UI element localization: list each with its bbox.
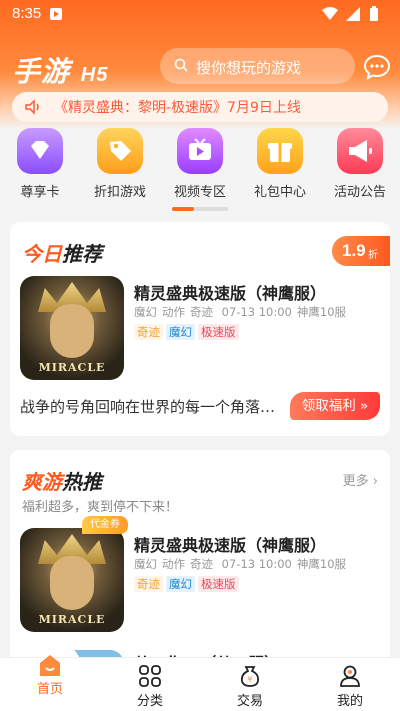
speaker-icon bbox=[25, 99, 39, 115]
trade-icon: ¥ bbox=[237, 664, 263, 688]
section-title: 今日推荐 bbox=[22, 242, 102, 266]
nav-label: 交易 bbox=[236, 694, 263, 709]
today-recommend-card: 今日推荐 1.9 折 MIRACLE 精灵盛典极速版（神鹰服） 魔幻 动作 奇迹 0… bbox=[10, 222, 390, 436]
game-name: 精灵盛典极速版（神鹰服） bbox=[134, 536, 327, 555]
category-icon bbox=[137, 664, 163, 688]
section-title: 爽游热推 bbox=[22, 470, 102, 494]
tv-icon bbox=[177, 128, 223, 174]
nav-home[interactable]: 首页 bbox=[0, 655, 100, 697]
notice-text: 《精灵盛典：黎明-极速版》7月9日上线 bbox=[54, 100, 301, 116]
notice-bar[interactable]: 《精灵盛典：黎明-极速版》7月9日上线 bbox=[12, 92, 388, 122]
category-discount-games[interactable]: 折扣游戏 bbox=[80, 128, 160, 200]
gift-icon bbox=[257, 128, 303, 174]
diamond-icon bbox=[17, 128, 63, 174]
game-thumbnail: MIRACLE bbox=[20, 276, 124, 380]
discount-unit: 折 bbox=[368, 250, 378, 261]
logo-text: 手游 bbox=[12, 55, 71, 88]
category-video-zone[interactable]: 视频专区 bbox=[160, 128, 240, 200]
nav-trade[interactable]: ¥ 交易 bbox=[200, 664, 300, 709]
status-bar: 8:35 bbox=[0, 0, 400, 28]
bottom-nav: 首页 分类 ¥ 交易 我的 bbox=[0, 655, 400, 711]
game-item[interactable]: MIRACLE 精灵盛典极速版（神鹰服） 魔幻 动作 奇迹 07-13 10:00 神… bbox=[20, 276, 380, 386]
category-label: 活动公告 bbox=[333, 185, 386, 200]
search-icon bbox=[174, 58, 188, 72]
status-icons bbox=[322, 6, 378, 21]
tag-icon bbox=[97, 128, 143, 174]
game-meta: 魔幻 动作 奇迹 07-13 10:00 神鹰10服 bbox=[134, 305, 347, 319]
search-input[interactable]: 搜你想玩的游戏 bbox=[160, 48, 355, 84]
game-name: 精灵盛典极速版（神鹰服） bbox=[134, 284, 327, 303]
game-tags: 奇迹 魔幻 极速版 bbox=[134, 321, 242, 340]
svg-text:¥: ¥ bbox=[247, 675, 252, 684]
discount-badge: 1.9 折 bbox=[332, 236, 390, 266]
logo-suffix: H5 bbox=[80, 64, 109, 86]
voucher-badge: 代金券 bbox=[82, 516, 128, 534]
category-label: 折扣游戏 bbox=[93, 185, 146, 200]
play-notification-icon bbox=[50, 8, 62, 20]
game-description: 战争的号角回响在世界的每一个角落… bbox=[20, 398, 276, 416]
search-placeholder: 搜你想玩的游戏 bbox=[196, 59, 302, 77]
game-meta: 魔幻 动作 奇迹 07-13 10:00 神鹰10服 bbox=[134, 557, 347, 571]
home-icon bbox=[37, 650, 63, 676]
category-gift-center[interactable]: 礼包中心 bbox=[240, 128, 320, 200]
nav-profile[interactable]: 我的 bbox=[300, 664, 400, 709]
category-label: 礼包中心 bbox=[253, 185, 306, 200]
profile-icon bbox=[337, 664, 363, 688]
game-item[interactable]: MIRACLE 代金券 精灵盛典极速版（神鹰服） 魔幻 动作 奇迹 07-13 10… bbox=[20, 516, 380, 638]
nav-label: 分类 bbox=[136, 694, 163, 709]
nav-label: 我的 bbox=[336, 694, 363, 709]
more-link[interactable]: 更多 › bbox=[343, 470, 378, 489]
game-thumbnail: MIRACLE bbox=[20, 528, 124, 632]
claim-welfare-button[interactable]: 领取福利 » bbox=[290, 392, 380, 420]
category-vip-card[interactable]: 尊享卡 bbox=[0, 128, 80, 200]
message-icon[interactable] bbox=[362, 52, 392, 82]
category-announcements[interactable]: 活动公告 bbox=[320, 128, 400, 200]
nav-category[interactable]: 分类 bbox=[100, 664, 200, 709]
category-page-indicator bbox=[172, 207, 228, 211]
category-label: 视频专区 bbox=[173, 185, 226, 200]
game-tags: 奇迹 魔幻 极速版 bbox=[134, 573, 242, 592]
section-subtitle: 福利超多，爽到停不下来！ bbox=[22, 500, 179, 515]
discount-value: 1.9 bbox=[342, 241, 366, 260]
app-logo: 手游 H5 bbox=[12, 50, 108, 90]
category-row: 尊享卡 折扣游戏 视频专区 礼包中心 活动公告 bbox=[0, 128, 400, 200]
nav-label: 首页 bbox=[36, 682, 63, 697]
megaphone-icon bbox=[337, 128, 383, 174]
category-label: 尊享卡 bbox=[20, 185, 60, 200]
status-time: 8:35 bbox=[12, 5, 42, 22]
